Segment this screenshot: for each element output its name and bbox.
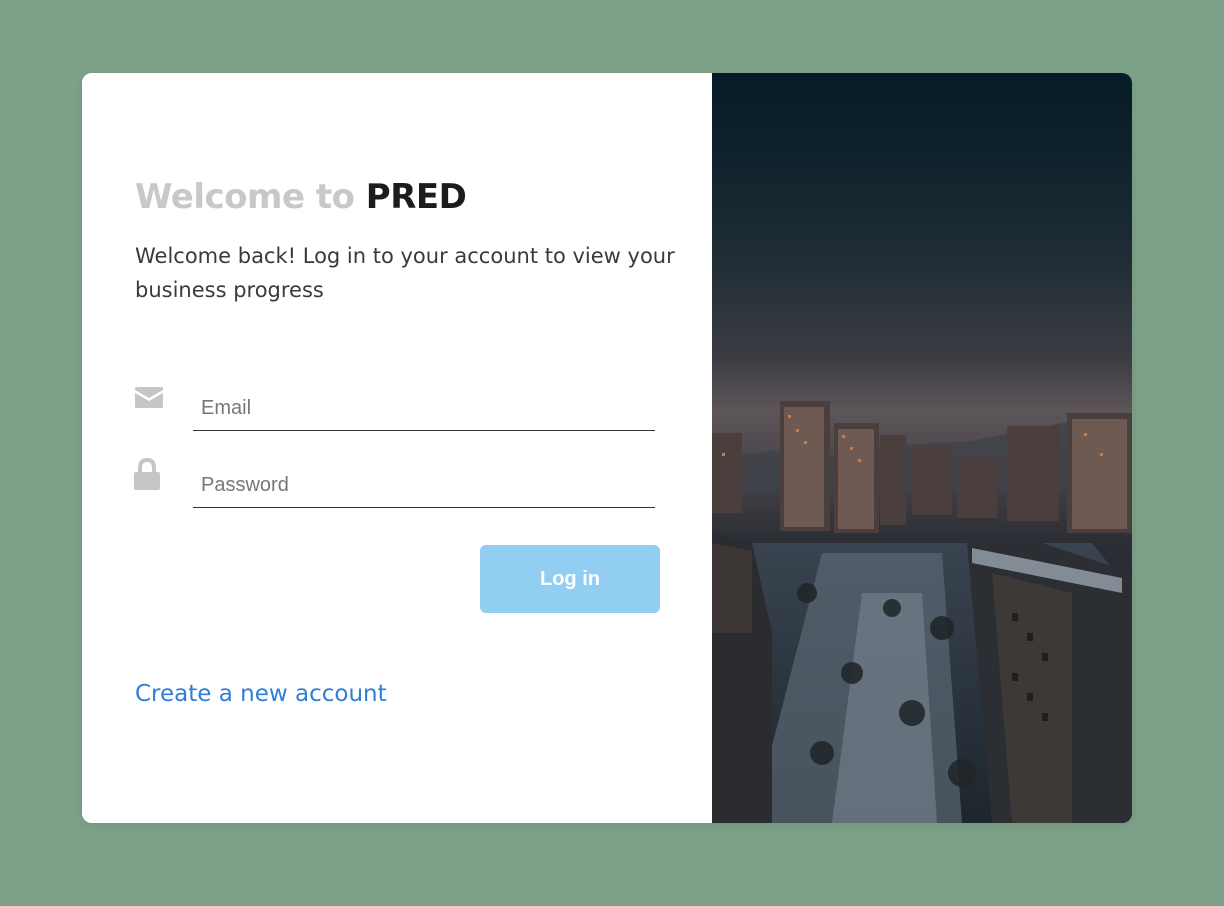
envelope-icon	[134, 384, 164, 414]
lock-icon	[134, 457, 164, 490]
brand-name: PRED	[365, 177, 467, 217]
welcome-subtitle: Welcome back! Log in to your account to …	[135, 244, 675, 302]
login-card: Welcome to PRED Welcome back! Log in to …	[82, 73, 1132, 823]
page-title: Welcome to PRED	[135, 177, 467, 217]
email-field	[193, 386, 655, 431]
login-button[interactable]: Log in	[480, 545, 660, 613]
create-account-link[interactable]: Create a new account	[135, 681, 387, 707]
email-input[interactable]	[193, 386, 655, 430]
password-field	[193, 463, 655, 508]
title-prefix: Welcome to	[135, 177, 366, 217]
login-form-panel: Welcome to PRED Welcome back! Log in to …	[82, 73, 712, 823]
city-photo	[712, 73, 1132, 823]
password-input[interactable]	[193, 463, 655, 507]
